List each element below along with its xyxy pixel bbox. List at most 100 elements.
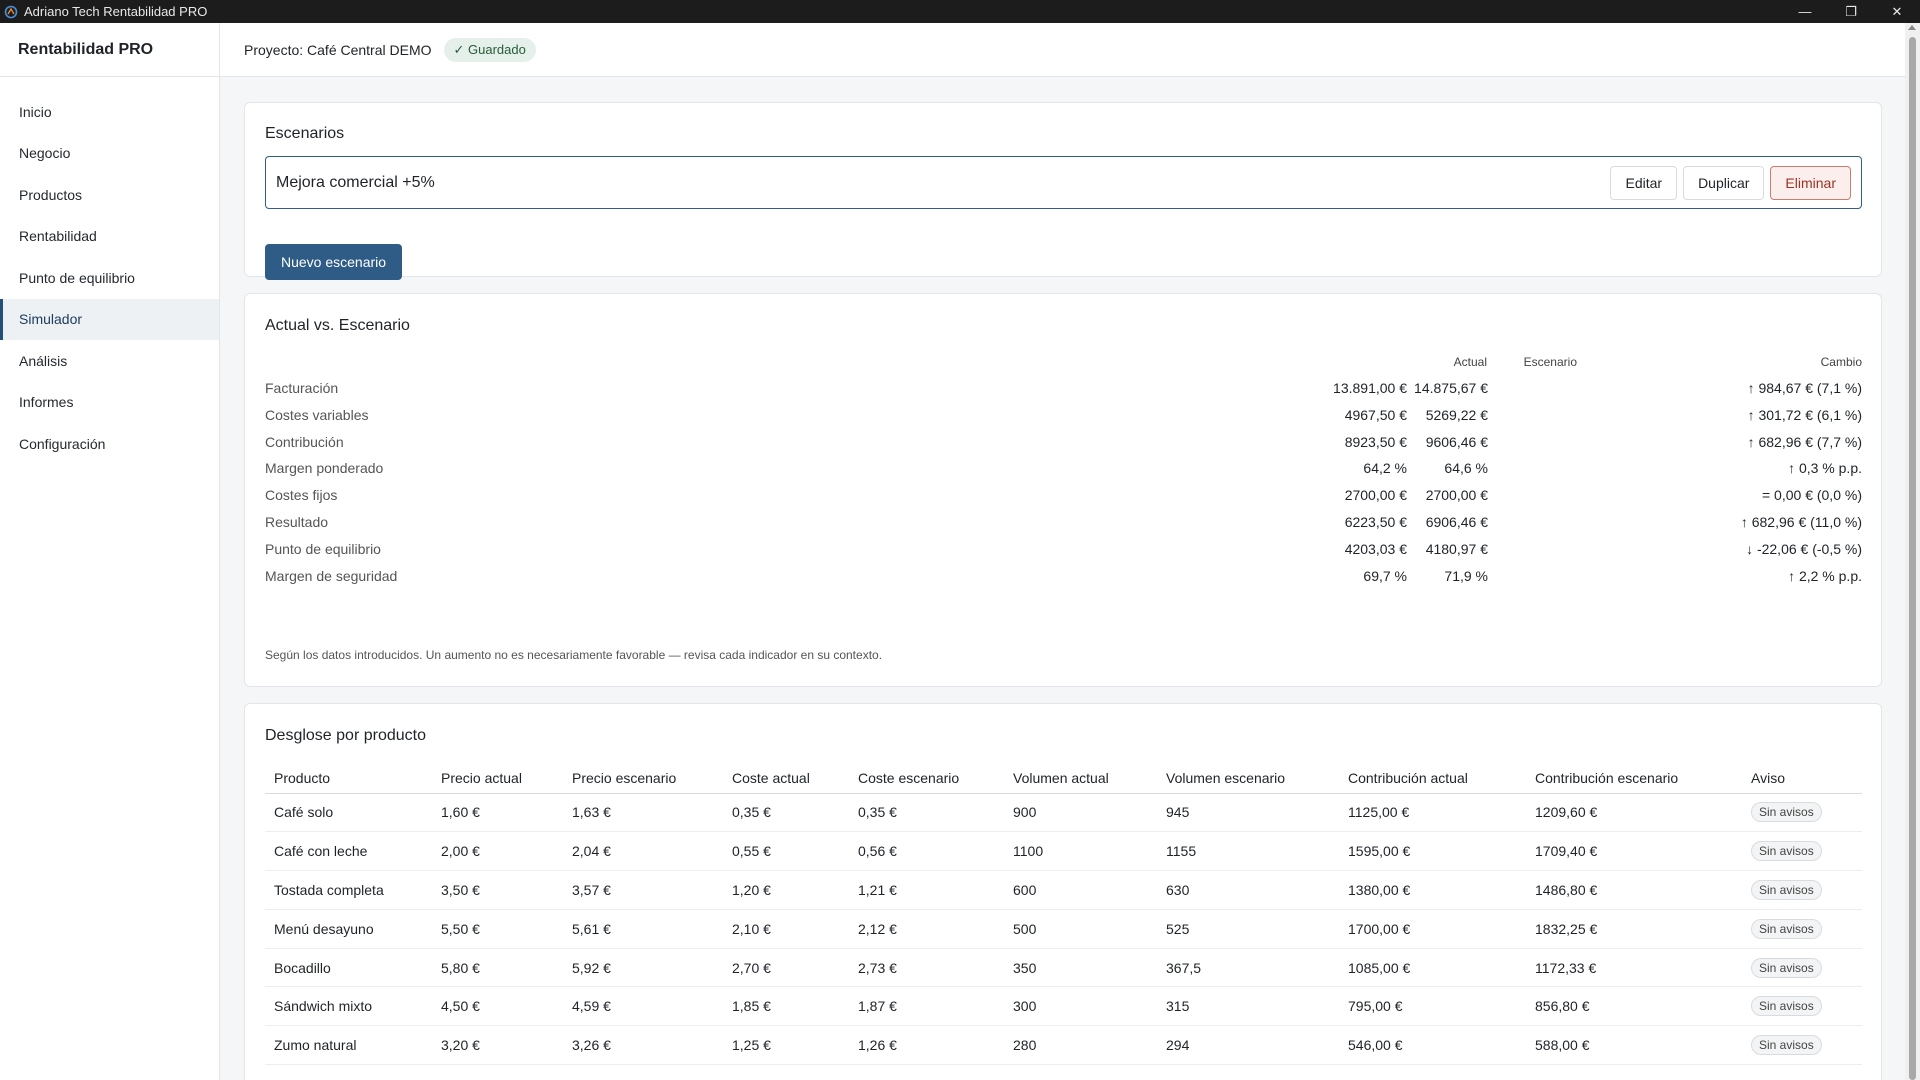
sidebar-nav: Inicio Negocio Productos Rentabilidad Pu… <box>0 77 219 465</box>
warning-status-badge: Sin avisos <box>1751 802 1822 823</box>
window-titlebar: Adriano Tech Rentabilidad PRO — ❐ ✕ <box>0 0 1920 23</box>
table-cell: 2,73 € <box>849 948 1004 988</box>
maximize-button[interactable]: ❐ <box>1828 0 1874 23</box>
column-header-cambio: Cambio <box>1820 355 1862 369</box>
table-cell: 300 <box>1004 986 1157 1027</box>
table-cell: 1,63 € <box>563 793 723 833</box>
page-scrollbar[interactable] <box>1905 23 1920 1080</box>
close-button[interactable]: ✕ <box>1874 0 1920 23</box>
table-cell: Café solo <box>265 793 432 833</box>
table-cell: 5,50 € <box>432 909 563 949</box>
comparison-label: Margen de seguridad <box>265 567 398 584</box>
sidebar-item-punto-equilibrio[interactable]: Punto de equilibrio <box>0 257 219 299</box>
sidebar-item-simulador[interactable]: Simulador <box>0 298 219 340</box>
table-cell: 1155 <box>1157 831 1339 872</box>
table-cell: 1595,00 € <box>1339 831 1526 872</box>
table-cell: 1,60 € <box>432 793 563 833</box>
warning-status-badge: Sin avisos <box>1751 879 1822 900</box>
sidebar-item-informes[interactable]: Informes <box>0 382 219 424</box>
app-logo-icon <box>4 5 18 18</box>
table-cell: 1,85 € <box>723 986 849 1027</box>
table-cell: 1832,25 € <box>1526 909 1742 949</box>
table-cell: 1700,00 € <box>1339 909 1526 949</box>
table-column-header: Volumen actual <box>1004 764 1157 794</box>
scenario-selector[interactable]: Mejora comercial +5% Editar Duplicar Eli… <box>265 156 1862 209</box>
comparison-label: Contribución <box>265 433 344 450</box>
saved-status-badge: ✓ Guardado <box>443 37 536 62</box>
main-content: Escenarios Mejora comercial +5% Editar D… <box>220 78 1905 1080</box>
column-header-escenario: Escenario <box>1523 355 1577 369</box>
table-cell: 945 <box>1157 793 1339 833</box>
table-cell: 856,80 € <box>1526 986 1742 1027</box>
sidebar-item-analisis[interactable]: Análisis <box>0 340 219 382</box>
table-row: Menú desayuno 5,50 €5,61 €2,10 €2,12 €500… <box>265 909 1862 949</box>
comparison-label: Costes fijos <box>265 487 338 504</box>
table-column-header: Aviso <box>1742 764 1862 794</box>
table-cell: 600 <box>1004 870 1157 910</box>
table-cell: 5,61 € <box>563 909 723 949</box>
table-cell-aviso: Sin avisos <box>1742 793 1862 833</box>
sidebar-item-configuracion[interactable]: Configuración <box>0 423 219 465</box>
table-cell-aviso: Sin avisos <box>1742 986 1862 1027</box>
table-column-header: Coste actual <box>723 764 849 794</box>
scroll-up-arrow-icon[interactable] <box>1908 25 1916 30</box>
comparison-change-value: = 0,00 € (0,0 %) <box>1761 487 1862 504</box>
warning-status-badge: Sin avisos <box>1751 841 1822 862</box>
table-column-header: Contribución escenario <box>1526 764 1742 794</box>
sidebar: Rentabilidad PRO Inicio Negocio Producto… <box>0 23 220 1080</box>
comparison-note: Según los datos introducidos. Un aumento… <box>265 648 883 662</box>
table-cell: Zumo natural <box>265 1025 432 1066</box>
comparison-change-value: ↑ 0,3 % p.p. <box>1788 460 1862 477</box>
new-scenario-button[interactable]: Nuevo escenario <box>265 244 403 280</box>
warning-status-badge: Sin avisos <box>1751 996 1822 1017</box>
table-cell: Café con leche <box>265 831 432 872</box>
table-cell: 2,12 € <box>849 909 1004 949</box>
comparison-scenario-value: 71,9 % <box>1444 567 1488 584</box>
comparison-change-value: ↑ 682,96 € (11,0 %) <box>1740 514 1862 530</box>
comparison-label: Facturación <box>265 380 339 396</box>
table-column-header: Producto <box>265 764 432 794</box>
table-cell: 900 <box>1004 793 1157 833</box>
app-brand: Rentabilidad PRO <box>0 23 219 77</box>
table-cell: 2,70 € <box>723 948 849 988</box>
table-cell: Bocadillo <box>265 948 432 988</box>
table-cell: 1709,40 € <box>1526 831 1742 872</box>
delete-scenario-button[interactable]: Eliminar <box>1770 165 1851 200</box>
table-cell: 1,21 € <box>849 870 1004 910</box>
table-column-header: Precio actual <box>432 764 563 794</box>
warning-status-badge: Sin avisos <box>1751 957 1822 978</box>
window-title: Adriano Tech Rentabilidad PRO <box>24 4 208 19</box>
table-cell: 1209,60 € <box>1526 793 1742 833</box>
table-cell: 525 <box>1157 909 1339 949</box>
scenarios-card: Escenarios Mejora comercial +5% Editar D… <box>244 102 1882 280</box>
table-cell: 5,80 € <box>432 948 563 988</box>
table-cell: 1100 <box>1004 831 1157 872</box>
sidebar-item-negocio[interactable]: Negocio <box>0 133 219 175</box>
project-name: Proyecto: Café Central DEMO <box>244 41 432 58</box>
table-column-header: Volumen escenario <box>1157 764 1339 794</box>
table-cell: 367,5 <box>1157 948 1339 988</box>
sidebar-item-productos[interactable]: Productos <box>0 174 219 216</box>
comparison-change-value: ↑ 984,67 € (7,1 %) <box>1747 380 1862 396</box>
sidebar-item-rentabilidad[interactable]: Rentabilidad <box>0 216 219 258</box>
duplicate-scenario-button[interactable]: Duplicar <box>1683 165 1765 200</box>
table-cell-aviso: Sin avisos <box>1742 831 1862 872</box>
table-cell: 3,20 € <box>432 1025 563 1066</box>
comparison-title: Actual vs. Escenario <box>265 317 410 334</box>
table-cell: 3,50 € <box>432 870 563 910</box>
table-row: Café con leche 2,00 €2,04 €0,55 €0,56 €11… <box>265 831 1862 872</box>
comparison-scenario-value: 14.875,67 € <box>1414 380 1488 396</box>
table-cell-aviso: Sin avisos <box>1742 909 1862 949</box>
sidebar-item-inicio[interactable]: Inicio <box>0 91 219 133</box>
table-cell: 630 <box>1157 870 1339 910</box>
scroll-thumb[interactable] <box>1909 37 1916 1080</box>
minimize-button[interactable]: — <box>1782 0 1828 23</box>
comparison-label: Punto de equilibrio <box>265 540 381 557</box>
table-cell: 1486,80 € <box>1526 870 1742 910</box>
table-cell: 1172,33 € <box>1526 948 1742 988</box>
product-breakdown-table: Producto Precio actual Precio escenario Cos… <box>265 764 1862 1066</box>
table-cell: 3,26 € <box>563 1025 723 1066</box>
warning-status-badge: Sin avisos <box>1751 918 1822 939</box>
table-cell-aviso: Sin avisos <box>1742 948 1862 988</box>
edit-scenario-button[interactable]: Editar <box>1610 165 1678 200</box>
